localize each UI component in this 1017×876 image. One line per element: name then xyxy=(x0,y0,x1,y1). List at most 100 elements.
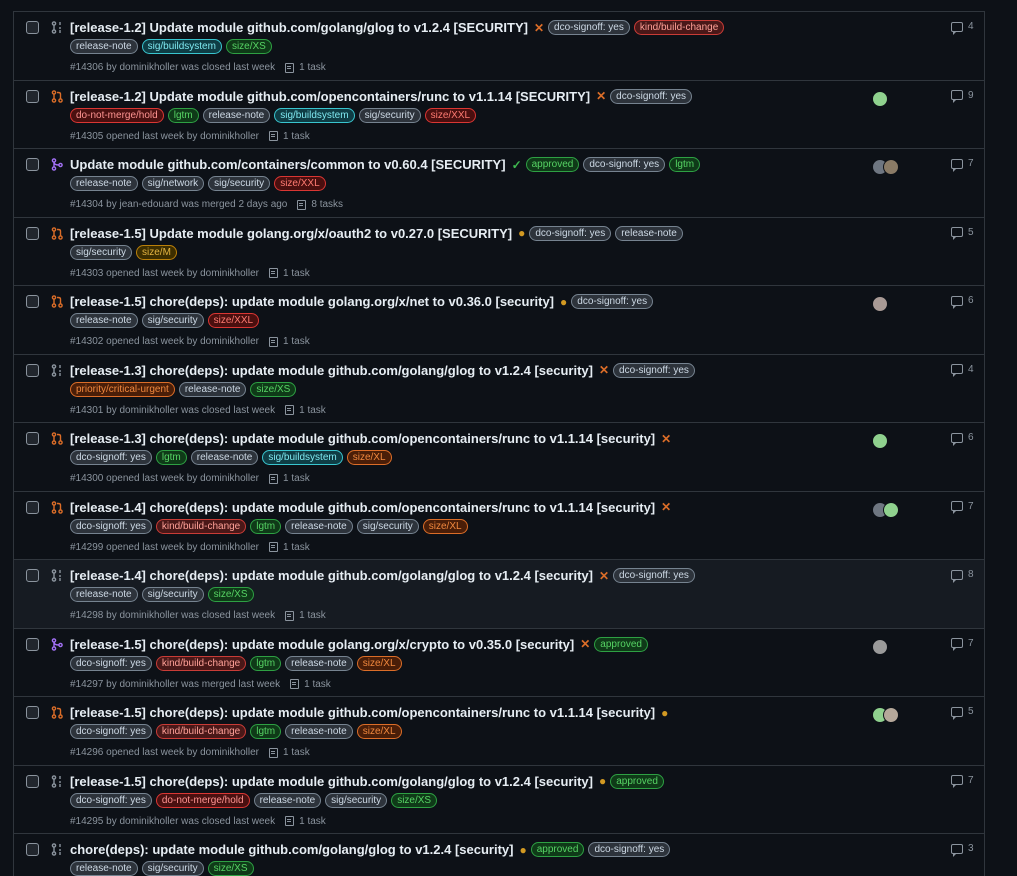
pr-row[interactable]: chore(deps): update module github.com/go… xyxy=(14,834,984,876)
pr-row[interactable]: [release-1.5] chore(deps): update module… xyxy=(14,629,984,697)
pr-row[interactable]: [release-1.4] chore(deps): update module… xyxy=(14,492,984,560)
task-progress[interactable]: 1 task xyxy=(285,816,326,827)
ci-status-fail-icon[interactable]: ✕ xyxy=(599,570,609,582)
label-badge[interactable]: size/XS xyxy=(250,381,297,397)
ci-status-pending-icon[interactable]: ● xyxy=(518,227,525,239)
task-progress[interactable]: 1 task xyxy=(269,268,310,279)
label-badge[interactable]: kind/build-change xyxy=(155,518,247,534)
ci-status-fail-icon[interactable]: ✕ xyxy=(661,501,671,513)
label-badge[interactable]: lgtm xyxy=(167,107,199,123)
label-badge[interactable]: sig/security xyxy=(356,518,419,534)
label-badge[interactable]: dco-signoff: yes xyxy=(70,518,152,534)
select-checkbox[interactable] xyxy=(26,226,39,240)
comments-count[interactable]: 4 xyxy=(951,21,974,35)
ci-status-pending-icon[interactable]: ● xyxy=(661,707,668,719)
label-badge[interactable]: size/XXL xyxy=(207,313,260,328)
pr-title-link[interactable]: [release-1.4] chore(deps): update module… xyxy=(70,568,593,583)
label-badge[interactable]: size/XXL xyxy=(424,107,477,123)
label-badge[interactable]: size/XXL xyxy=(274,176,326,191)
label-badge[interactable]: sig/security xyxy=(358,107,421,123)
task-progress[interactable]: 1 task xyxy=(285,405,326,416)
select-checkbox[interactable] xyxy=(26,500,39,514)
select-checkbox[interactable] xyxy=(26,363,39,377)
ci-status-fail-icon[interactable]: ✕ xyxy=(534,22,544,34)
comments-count[interactable]: 7 xyxy=(951,501,974,514)
select-checkbox[interactable] xyxy=(26,432,39,445)
pr-title-link[interactable]: [release-1.3] chore(deps): update module… xyxy=(70,431,655,446)
label-badge[interactable]: lgtm xyxy=(250,724,282,739)
label-badge[interactable]: kind/build-change xyxy=(155,655,247,671)
task-progress[interactable]: 1 task xyxy=(285,62,326,73)
ci-status-pending-icon[interactable]: ● xyxy=(560,296,567,308)
avatar[interactable] xyxy=(883,501,899,518)
label-badge[interactable]: sig/security xyxy=(141,587,204,602)
ci-status-fail-icon[interactable]: ✕ xyxy=(661,433,671,445)
label-badge[interactable]: sig/buildsystem xyxy=(262,450,343,465)
avatar[interactable] xyxy=(872,638,888,655)
label-badge[interactable]: release-note xyxy=(202,107,271,123)
pr-row[interactable]: [release-1.3] chore(deps): update module… xyxy=(14,423,984,492)
label-badge[interactable]: approved xyxy=(610,773,664,789)
comments-count[interactable]: 8 xyxy=(951,569,974,583)
task-progress[interactable]: 1 task xyxy=(269,473,310,484)
label-badge[interactable]: sig/security xyxy=(208,176,271,191)
task-progress[interactable]: 1 task xyxy=(269,542,310,553)
ci-status-pending-icon[interactable]: ● xyxy=(599,775,606,787)
label-badge[interactable]: size/XS xyxy=(207,587,254,602)
label-badge[interactable]: size/M xyxy=(136,244,177,260)
pr-row[interactable]: [release-1.2] Update module github.com/g… xyxy=(14,12,984,81)
label-badge[interactable]: priority/critical-urgent xyxy=(70,381,175,397)
assignee-avatars[interactable] xyxy=(872,638,888,655)
ci-status-ok-icon[interactable]: ✓ xyxy=(512,159,522,171)
select-checkbox[interactable] xyxy=(26,706,39,719)
label-badge[interactable]: size/XL xyxy=(346,450,392,465)
label-badge[interactable]: size/XS xyxy=(391,792,438,808)
label-badge[interactable]: lgtm xyxy=(250,655,282,671)
label-badge[interactable]: sig/network xyxy=(141,176,205,191)
select-checkbox[interactable] xyxy=(26,569,39,582)
label-badge[interactable]: sig/security xyxy=(141,861,204,876)
label-badge[interactable]: lgtm xyxy=(250,518,282,534)
pr-title-link[interactable]: [release-1.5] Update module golang.org/x… xyxy=(70,226,512,241)
assignee-avatars[interactable] xyxy=(872,159,899,175)
assignee-avatars[interactable] xyxy=(872,90,888,107)
pr-row[interactable]: [release-1.5] Update module golang.org/x… xyxy=(14,218,984,286)
pr-title-link[interactable]: [release-1.5] chore(deps): update module… xyxy=(70,774,593,789)
task-progress[interactable]: 1 task xyxy=(269,131,310,142)
label-badge[interactable]: kind/build-change xyxy=(633,20,725,35)
select-checkbox[interactable] xyxy=(26,158,39,171)
avatar[interactable] xyxy=(872,433,888,449)
select-checkbox[interactable] xyxy=(26,843,39,856)
assignee-avatars[interactable] xyxy=(872,501,899,518)
label-badge[interactable]: approved xyxy=(594,636,648,652)
pr-row[interactable]: [release-1.5] chore(deps): update module… xyxy=(14,286,984,355)
assignee-avatars[interactable] xyxy=(872,433,888,449)
label-badge[interactable]: release-note xyxy=(70,587,138,602)
pr-title-link[interactable]: Update module github.com/containers/comm… xyxy=(70,157,506,172)
label-badge[interactable]: size/XS xyxy=(207,861,254,876)
label-badge[interactable]: dco-signoff: yes xyxy=(70,655,152,671)
label-badge[interactable]: release-note xyxy=(70,39,138,54)
label-badge[interactable]: size/XL xyxy=(356,655,402,671)
label-badge[interactable]: release-note xyxy=(285,724,353,739)
label-badge[interactable]: size/XL xyxy=(356,724,402,739)
pr-title-link[interactable]: [release-1.2] Update module github.com/o… xyxy=(70,89,590,104)
pr-row[interactable]: [release-1.4] chore(deps): update module… xyxy=(14,560,984,629)
select-checkbox[interactable] xyxy=(26,89,39,103)
assignee-avatars[interactable] xyxy=(872,707,899,723)
comments-count[interactable]: 9 xyxy=(951,90,974,103)
label-badge[interactable]: size/XS xyxy=(225,39,272,54)
comments-count[interactable]: 5 xyxy=(951,227,974,240)
ci-status-fail-icon[interactable]: ✕ xyxy=(580,638,590,650)
task-progress[interactable]: 1 task xyxy=(285,610,326,621)
comments-count[interactable]: 6 xyxy=(951,432,974,446)
label-badge[interactable]: dco-signoff: yes xyxy=(571,294,654,309)
comments-count[interactable]: 6 xyxy=(951,295,974,309)
label-badge[interactable]: lgtm xyxy=(669,157,701,172)
label-badge[interactable]: lgtm xyxy=(155,450,187,465)
select-checkbox[interactable] xyxy=(26,295,39,308)
task-progress[interactable]: 1 task xyxy=(290,679,331,690)
task-progress[interactable]: 1 task xyxy=(269,747,310,758)
label-badge[interactable]: sig/buildsystem xyxy=(274,107,355,123)
select-checkbox[interactable] xyxy=(26,637,39,651)
